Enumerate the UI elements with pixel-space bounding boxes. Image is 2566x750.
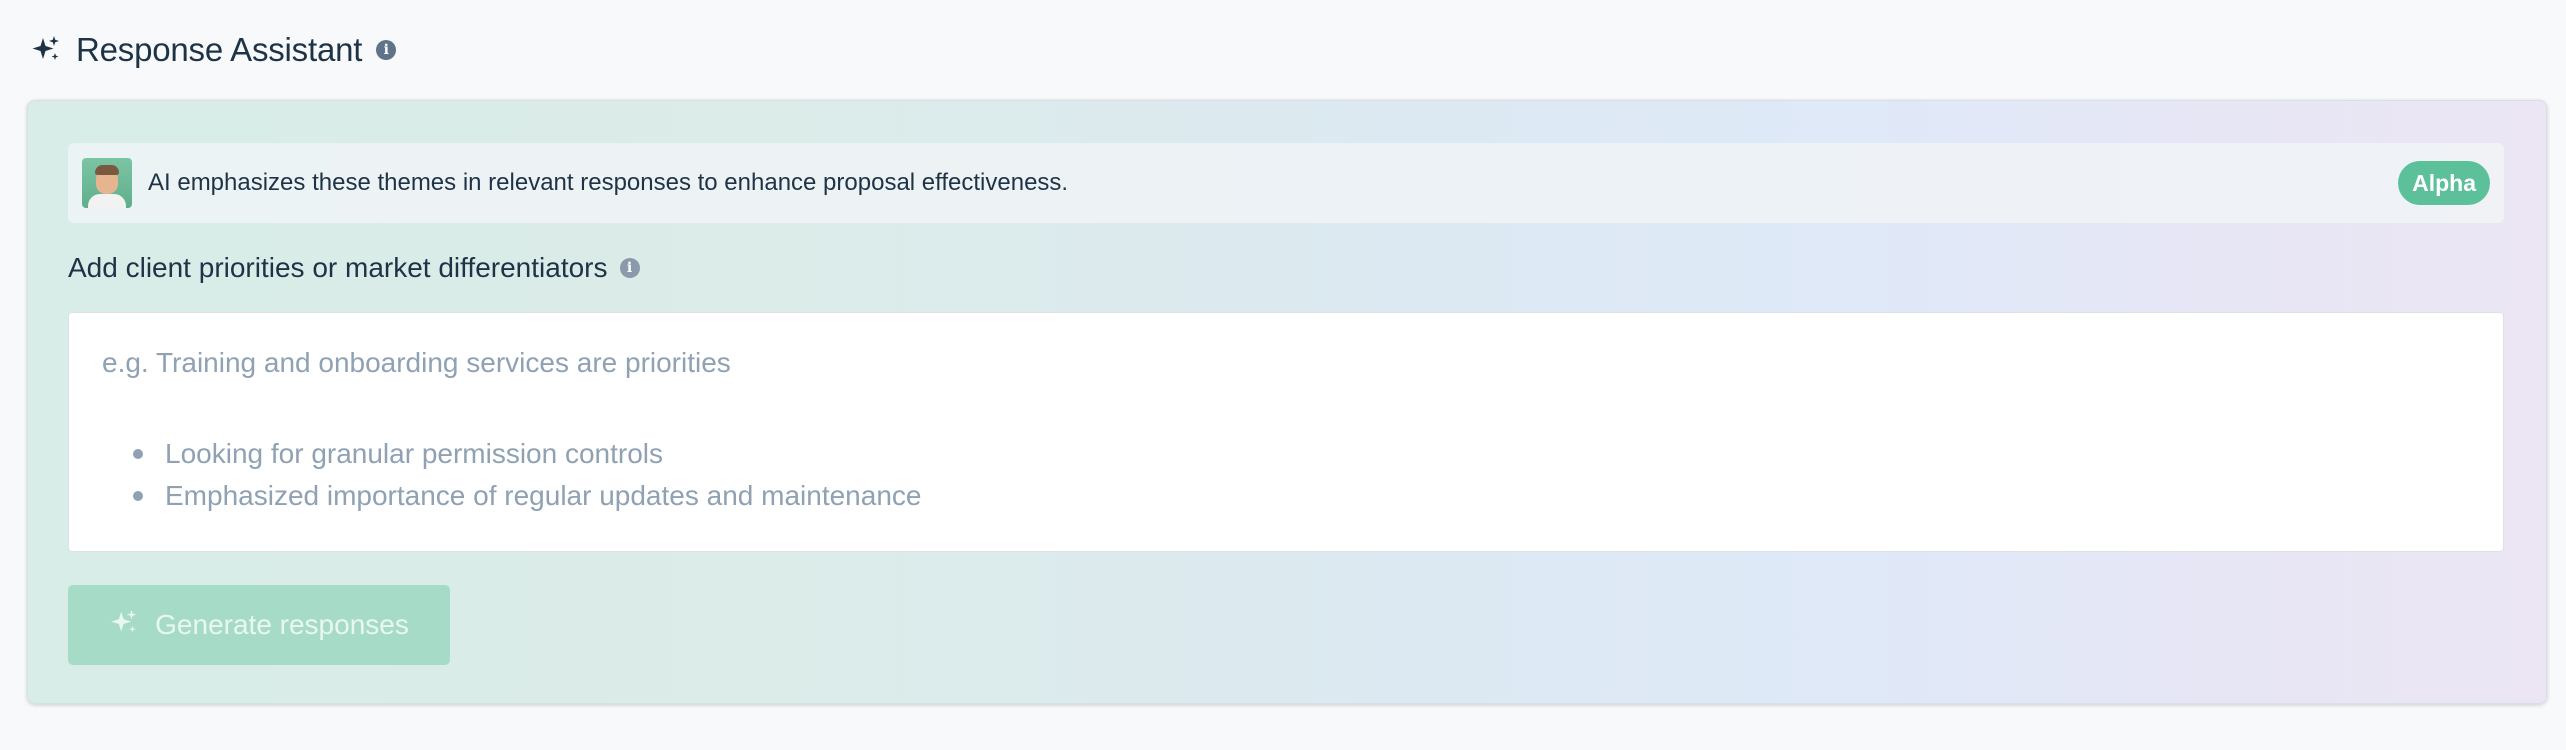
- info-icon[interactable]: i: [619, 258, 640, 278]
- placeholder-bullet-text: Emphasized importance of regular updates…: [165, 480, 922, 511]
- alpha-badge: Alpha: [2398, 161, 2490, 205]
- placeholder-bullets: Looking for granular permission controls…: [133, 433, 921, 517]
- info-banner: AI emphasizes these themes in relevant r…: [68, 143, 2504, 223]
- page-header: Response Assistant i: [30, 26, 397, 74]
- banner-text: AI emphasizes these themes in relevant r…: [148, 169, 1069, 196]
- placeholder-text: e.g. Training and onboarding services ar…: [102, 347, 731, 378]
- placeholder-bullet: Looking for granular permission controls: [133, 433, 921, 475]
- priorities-textarea[interactable]: e.g. Training and onboarding services ar…: [68, 312, 2504, 552]
- info-icon[interactable]: i: [376, 40, 397, 60]
- generate-responses-label: Generate responses: [155, 609, 409, 640]
- response-assistant-card: AI emphasizes these themes in relevant r…: [27, 100, 2547, 704]
- sparkle-icon: [109, 608, 139, 643]
- bullet-dot: [133, 491, 143, 501]
- generate-responses-button[interactable]: Generate responses: [68, 585, 450, 665]
- sparkle-icon: [30, 34, 62, 66]
- placeholder-bullet-text: Looking for granular permission controls: [165, 438, 664, 469]
- page-title: Response Assistant: [76, 31, 363, 68]
- placeholder-bullet: Emphasized importance of regular updates…: [133, 475, 921, 517]
- priorities-label-text: Add client priorities or market differen…: [68, 252, 608, 283]
- priorities-label: Add client priorities or market differen…: [68, 252, 640, 283]
- page: Response Assistant i AI emphasizes these…: [0, 0, 2566, 750]
- bullet-dot: [133, 449, 143, 459]
- avatar: [82, 158, 132, 208]
